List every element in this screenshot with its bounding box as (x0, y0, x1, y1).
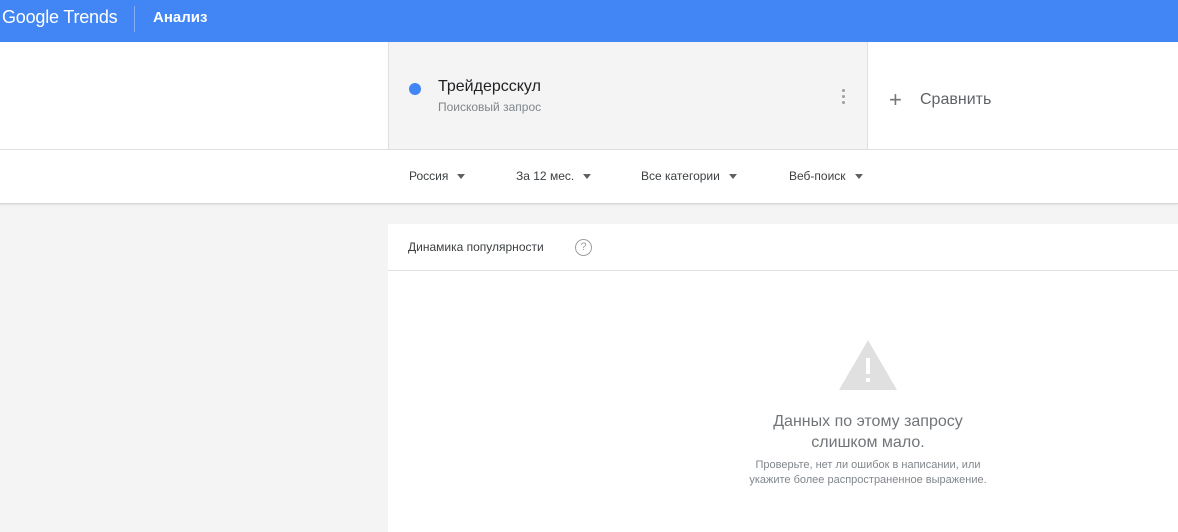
plus-icon: + (889, 87, 902, 112)
filter-search-type-label: Веб-поиск (789, 169, 846, 183)
empty-state-subtitle: Проверьте, нет ли ошибок в написании, ил… (688, 458, 1048, 488)
help-icon[interactable]: ? (575, 239, 592, 256)
compare-label: Сравнить (920, 91, 992, 108)
filter-time[interactable]: За 12 мес. (516, 169, 592, 183)
empty-title-line: Данных по этому запросу (773, 413, 963, 430)
empty-sub-line: Проверьте, нет ли ошибок в написании, ил… (755, 459, 981, 471)
search-term-card[interactable]: Трейдерсскул Поисковый запрос (388, 42, 868, 149)
empty-title-line: слишком мало. (811, 434, 925, 451)
caret-down-icon (583, 173, 592, 179)
filters-bar: Россия За 12 мес. Все категории Веб-поис… (0, 150, 1178, 204)
more-vert-icon[interactable] (838, 88, 850, 106)
interest-over-time-card: Динамика популярности ? Данных по этому … (388, 224, 1178, 532)
menu-dot (842, 101, 845, 104)
filter-region[interactable]: Россия (409, 169, 466, 183)
google-trends-logo[interactable]: Google Trends (2, 7, 118, 28)
filter-search-type[interactable]: Веб-поиск (789, 169, 863, 183)
filter-time-label: За 12 мес. (516, 169, 575, 183)
menu-dot (842, 95, 845, 98)
term-name[interactable]: Трейдерсскул (438, 78, 541, 96)
warning-icon (839, 340, 897, 390)
filter-category[interactable]: Все категории (641, 169, 737, 183)
logo-text: Google Trends (2, 7, 118, 27)
header-divider (134, 6, 135, 32)
caret-down-icon (728, 173, 737, 179)
menu-dot (842, 89, 845, 92)
search-terms-bar: Трейдерсскул Поисковый запрос + Сравнить (0, 42, 1178, 150)
caret-down-icon (457, 173, 466, 179)
filter-region-label: Россия (409, 169, 449, 183)
term-color-dot (409, 83, 421, 95)
card-title: Динамика популярности (408, 240, 544, 254)
caret-down-icon (854, 173, 863, 179)
empty-state-title: Данных по этому запросу слишком мало. (688, 411, 1048, 453)
app-header: Google Trends Анализ (0, 0, 1178, 42)
page-title: Анализ (153, 9, 208, 26)
card-header: Динамика популярности ? (388, 224, 1178, 271)
filter-category-label: Все категории (641, 169, 720, 183)
empty-sub-line: укажите более распространенное выражение… (749, 474, 987, 486)
compare-button[interactable]: + Сравнить (889, 88, 991, 112)
term-type-label: Поисковый запрос (438, 100, 542, 114)
